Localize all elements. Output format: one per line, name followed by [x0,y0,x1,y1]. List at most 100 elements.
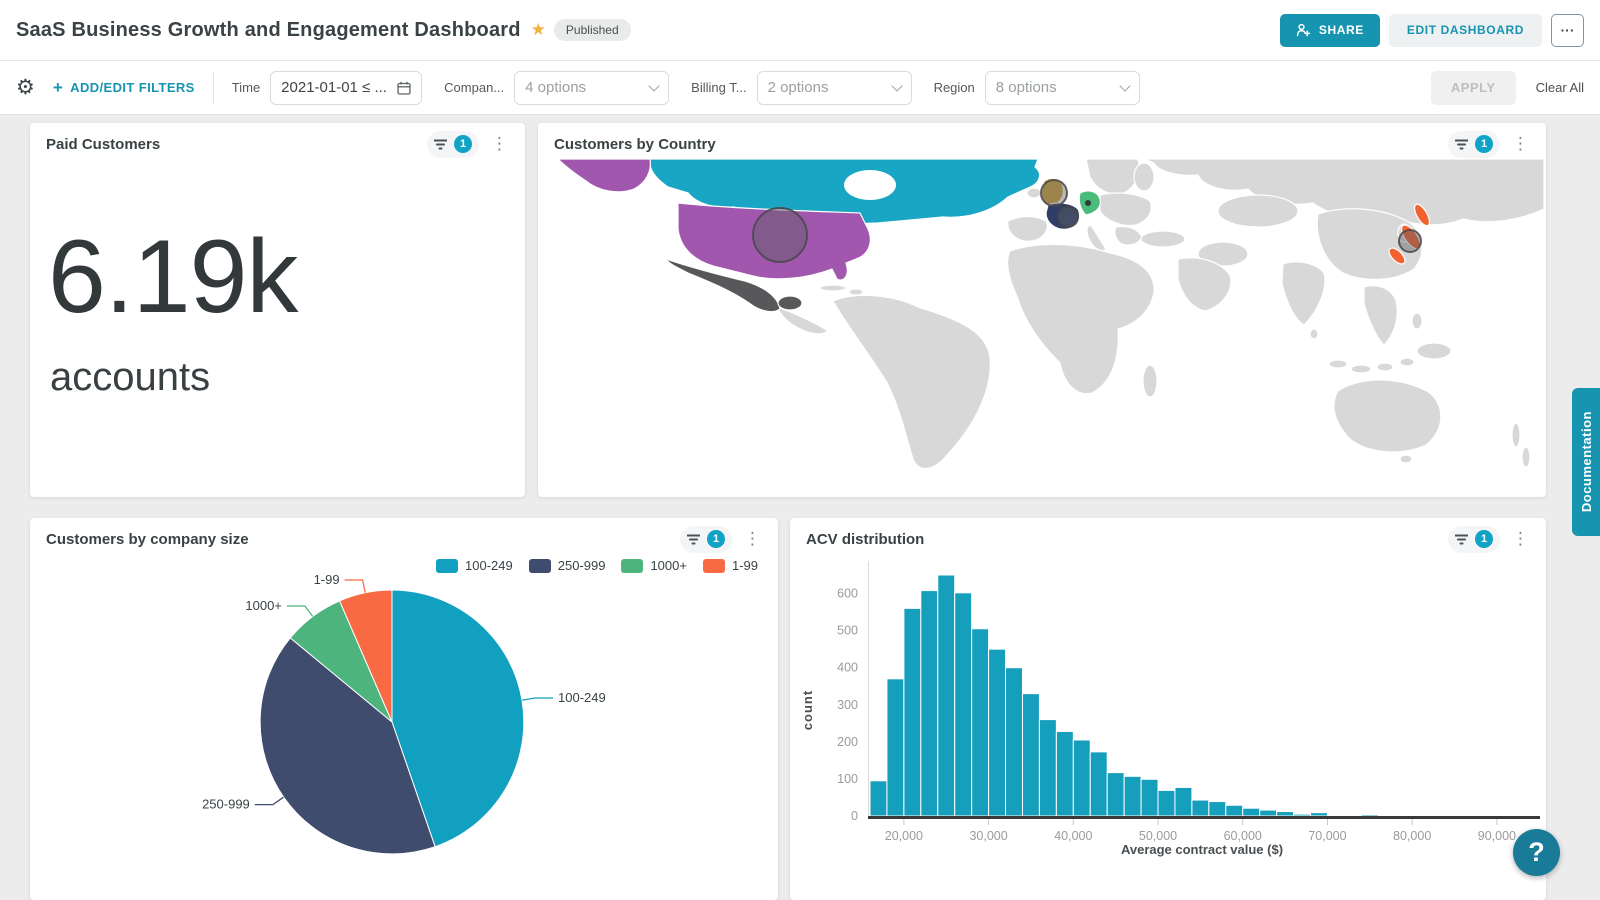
map-land-balkans [1115,226,1142,245]
documentation-tab-label: Documentation [1579,411,1594,512]
time-filter-input[interactable]: 2021-01-01 ≤ ... [270,71,422,105]
filter-count-badge: 1 [707,530,725,548]
widget-filter-chip[interactable]: 1 [1448,131,1500,158]
histogram-bar-40000[interactable] [1073,740,1090,816]
pie-leader-line [522,698,553,700]
map-bubble-marker-japan[interactable] [1399,230,1421,252]
favorite-star-icon[interactable]: ★ [531,20,546,40]
map-land-new-zealand-north [1512,423,1520,447]
pie-leader-line [287,606,313,616]
histogram-bar-58000[interactable] [1226,805,1243,816]
histogram-bar-46000[interactable] [1124,776,1141,816]
share-button[interactable]: SHARE [1280,14,1380,47]
histogram-bar-74000[interactable] [1361,815,1378,816]
histogram-bar-38000[interactable] [1056,731,1073,816]
histogram-bar-16000[interactable] [870,781,887,816]
help-button[interactable]: ? [1513,829,1560,876]
histogram-bar-26000[interactable] [955,593,972,816]
legend-item-1-99[interactable]: 1-99 [703,558,758,573]
calendar-icon [397,81,411,95]
chevron-down-icon [1119,80,1130,91]
histogram-bar-70000[interactable] [1327,815,1344,816]
kebab-menu-icon[interactable]: ⋮ [1512,534,1530,544]
map-land-se-asia [1364,286,1397,345]
chevron-down-icon [891,80,902,91]
histogram-bar-34000[interactable] [1022,694,1039,816]
histogram-bar-18000[interactable] [887,679,904,816]
map-country-mexico-yucatan[interactable] [778,296,802,310]
histogram-y-tick-label: 0 [851,809,858,823]
filter-count-badge: 1 [1475,530,1493,548]
histogram-chart: 010020030040050060020,00030,00040,00050,… [790,544,1546,900]
map-bubble-marker-united-states[interactable] [753,208,807,262]
histogram-bar-62000[interactable] [1260,810,1277,816]
kebab-menu-icon[interactable]: ⋮ [744,534,762,544]
histogram-x-tick-label: 20,000 [885,829,923,843]
histogram-bar-42000[interactable] [1090,752,1107,816]
map-bubble-marker-united-kingdom[interactable] [1041,180,1067,206]
histogram-x-tick-label: 80,000 [1393,829,1431,843]
legend-item-250-999[interactable]: 250-999 [529,558,606,573]
histogram-card-title: ACV distribution [806,531,924,548]
histogram-bar-60000[interactable] [1243,808,1260,816]
map-bubble-marker-germany[interactable] [1085,200,1091,206]
map-bubble-marker-france[interactable] [1058,207,1078,227]
edit-dashboard-button[interactable]: EDIT DASHBOARD [1389,14,1542,47]
map-land-south-america [833,295,990,468]
map-land-indonesia-4 [1400,358,1414,366]
histogram-y-tick-label: 300 [837,698,858,712]
legend-item-1000+[interactable]: 1000+ [621,558,687,573]
pie-legend: 100-249 250-999 1000+ 1-99 [436,558,758,573]
widget-filter-chip[interactable]: 1 [1448,526,1500,553]
legend-item-100-249[interactable]: 100-249 [436,558,513,573]
histogram-bar-36000[interactable] [1039,720,1056,816]
add-edit-filters-button[interactable]: + ADD/EDIT FILTERS [53,78,195,98]
map-land-hispaniola [849,289,863,295]
histogram-bar-22000[interactable] [921,591,938,816]
map-land-indonesia-2 [1351,365,1371,373]
map-land-finland [1134,163,1154,191]
map-land-sri-lanka [1310,329,1318,339]
histogram-bar-68000[interactable] [1311,813,1328,816]
histogram-bar-64000[interactable] [1277,812,1294,816]
more-options-button[interactable]: ··· [1551,14,1584,47]
histogram-bar-48000[interactable] [1141,779,1158,816]
histogram-bar-32000[interactable] [1006,668,1023,816]
region-filter-select[interactable]: 8 options [985,71,1140,105]
kebab-menu-icon[interactable]: ⋮ [1512,139,1530,149]
pie-label-250-999: 250-999 [202,797,250,812]
map-land-iberia [1008,217,1047,242]
legend-label: 100-249 [465,558,513,573]
kebab-menu-icon[interactable]: ⋮ [491,139,509,149]
add-edit-filters-label: ADD/EDIT FILTERS [70,80,195,95]
histogram-bar-44000[interactable] [1107,773,1124,816]
gear-icon[interactable]: ⚙ [16,75,35,100]
histogram-bar-54000[interactable] [1192,800,1209,816]
histogram-bar-20000[interactable] [904,608,921,816]
widget-filter-chip[interactable]: 1 [680,526,732,553]
pie-label-1000+: 1000+ [245,598,282,613]
map-land-australia [1334,380,1441,452]
map-land-central-asia [1218,195,1298,227]
documentation-tab[interactable]: Documentation [1572,388,1600,536]
apply-button[interactable]: APPLY [1431,71,1516,105]
billing-filter-value: 2 options [768,79,829,96]
histogram-x-axis-label: Average contract value ($) [1121,842,1283,857]
map-land-central-america [778,307,828,334]
histogram-bar-66000[interactable] [1294,814,1311,816]
pie-leader-line [345,580,366,593]
billing-filter-label: Billing T... [691,80,746,95]
histogram-bar-52000[interactable] [1175,787,1192,816]
company-filter-select[interactable]: 4 options [514,71,669,105]
clear-all-link[interactable]: Clear All [1536,80,1584,95]
histogram-bar-24000[interactable] [938,575,955,816]
histogram-bar-50000[interactable] [1158,790,1175,816]
billing-filter-select[interactable]: 2 options [757,71,912,105]
histogram-bar-56000[interactable] [1209,802,1226,816]
histogram-bar-28000[interactable] [972,629,989,816]
histogram-bar-30000[interactable] [989,649,1006,816]
legend-label: 1-99 [732,558,758,573]
widget-filter-chip[interactable]: 1 [427,131,479,158]
region-filter-value: 8 options [996,79,1057,96]
map-land-italy [1087,225,1106,251]
